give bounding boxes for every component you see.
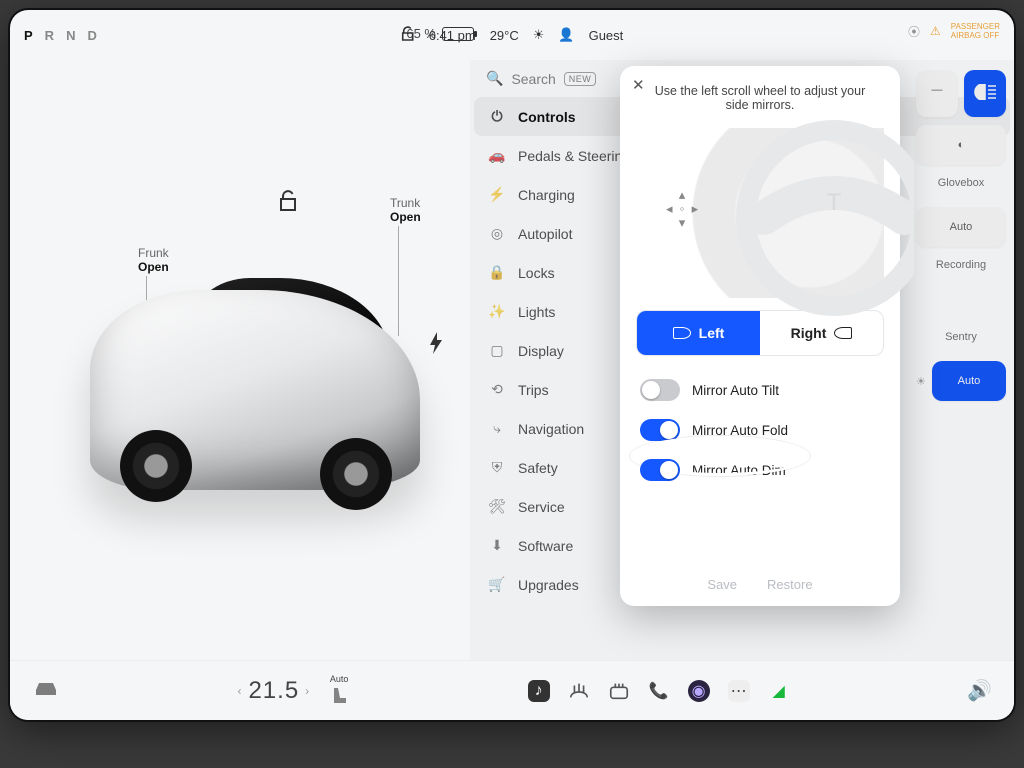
profile-icon[interactable]: 👤 [558,27,574,43]
fold-mirrors-button[interactable]: ◐ [916,125,1006,165]
lock-icon: 🔒 [488,264,506,281]
download-icon: ⬇ [488,537,506,554]
mirror-left-icon [673,327,691,339]
mirror-auto-tilt-row: Mirror Auto Tilt [636,370,884,410]
sun-icon: ☀ [533,27,545,43]
display-icon: ▢ [488,342,506,359]
camera-app-icon[interactable]: ◉ [688,680,710,702]
quick-controls-column: — ◐ Glovebox Auto Recording Sentry ☀ Aut… [916,70,1006,401]
wheel-icon: ◎ [488,225,506,242]
mirror-auto-tilt-toggle[interactable] [640,379,680,401]
nav-icon: ⤷ [488,420,506,437]
chevron-left-icon[interactable]: ‹ [237,684,242,698]
cart-icon: 🛒 [488,576,506,593]
lights-auto-button[interactable]: Auto [916,207,1006,247]
shield-icon: ⛨ [488,459,506,476]
svg-text:T: T [827,189,842,216]
vehicle-status-pane: FrunkOpen TrunkOpen [10,60,470,660]
defrost-rear-icon[interactable] [608,680,630,702]
cabin-temp-control[interactable]: ‹ 21.5 › [237,677,310,705]
chevron-right-icon[interactable]: › [305,684,310,698]
scroll-wheel-arrows: ▴ ◂ ◦ ▸ ▾ [666,188,698,230]
gear-p: P [24,28,37,43]
volume-icon[interactable]: 🔊 [967,678,992,703]
wifi-icon[interactable]: ⚠ [930,24,941,38]
unlock-icon[interactable] [278,190,298,217]
seat-heater-left[interactable]: Auto [328,674,350,707]
music-app-icon[interactable]: ♪ [528,680,550,702]
search-placeholder: Search [511,71,555,87]
lock-status-icon[interactable] [401,26,415,45]
brightness-icon: ☀ [916,375,926,388]
outside-temp: 29°C [490,28,519,43]
steering-wheel-illustration: ▴ ◂ ◦ ▸ ▾ T [636,128,884,298]
light-icon: ✨ [488,303,506,320]
status-center: 6:41 pm 29°C ☀ 👤 Guest [401,26,624,45]
clock: 6:41 pm [429,28,476,43]
charge-port-icon[interactable] [428,332,444,359]
car-icon: 🚗 [488,147,506,164]
airbag-warning: PASSENGERAIRBAG OFF [951,22,1000,40]
close-icon[interactable]: ✕ [632,76,645,94]
gear-indicator: P R N D [24,28,101,43]
sentry-label: Sentry [916,327,1006,353]
gear-r: R [45,28,58,43]
popup-hint: Use the left scroll wheel to adjust your… [636,80,884,122]
more-apps-icon[interactable]: ⋯ [728,680,750,702]
frunk-label[interactable]: FrunkOpen [138,246,169,274]
brightness-auto-button[interactable]: Auto [932,361,1006,401]
glovebox-label: Glovebox [916,173,1006,199]
restore-button[interactable]: Restore [767,577,813,592]
defrost-front-icon[interactable] [568,680,590,702]
wrench-icon: 🛠 [488,498,506,515]
wiper-button[interactable]: — [916,70,958,117]
gear-n: N [66,28,79,43]
phone-app-icon[interactable]: 📞 [648,680,670,702]
recording-label: Recording [916,255,1006,281]
status-bar: P R N D 65 % 6:41 pm 29°C ☀ 👤 Guest ⦿ ⚠ … [10,10,1014,60]
save-button[interactable]: Save [707,577,737,592]
new-badge: NEW [564,72,597,86]
sentry-icon[interactable]: ⦿ [908,23,920,40]
energy-app-icon[interactable]: ◢ [768,680,790,702]
trips-icon: ⟲ [488,381,506,398]
infotainment-screen: P R N D 65 % 6:41 pm 29°C ☀ 👤 Guest ⦿ ⚠ … [10,10,1014,720]
gear-d: D [87,28,100,43]
search-icon: 🔍 [486,70,503,87]
mirror-adjust-popup: ✕ Use the left scroll wheel to adjust yo… [620,66,900,606]
bottom-dock: ‹ 21.5 › Auto ♪ 📞 ◉ ⋯ ◢ 🔊 [10,660,1014,720]
profile-name[interactable]: Guest [589,28,624,43]
trunk-label[interactable]: TrunkOpen [390,196,421,224]
mirror-auto-tilt-label: Mirror Auto Tilt [692,383,779,398]
bolt-icon: ⚡ [488,186,506,203]
car-app-icon[interactable] [32,679,60,703]
toggle-icon: ⏻ [488,108,506,125]
headlight-button[interactable] [964,70,1006,117]
mirror-auto-dim-toggle[interactable] [640,459,680,481]
mirror-right-icon [834,327,852,339]
